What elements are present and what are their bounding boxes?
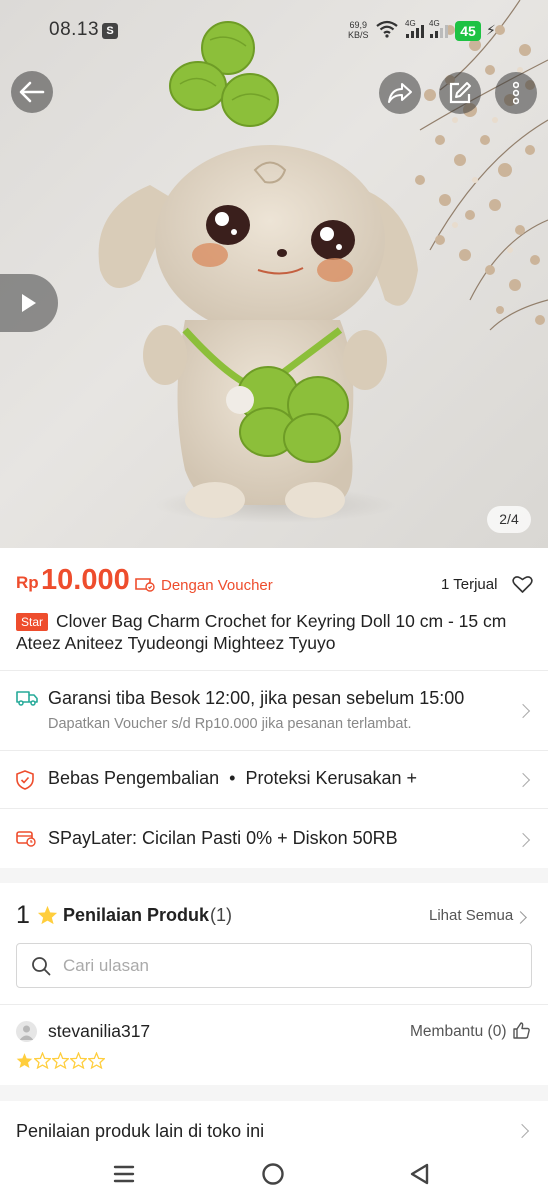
reviews-count: (1) (210, 905, 232, 925)
system-navigation-bar (0, 1148, 548, 1200)
avatar[interactable] (16, 1021, 37, 1042)
shield-icon (16, 770, 34, 790)
star-empty-icon (88, 1052, 105, 1069)
arrow-left-icon (19, 81, 45, 103)
product-page: 08.13 S 69,9 KB/S 4G 4G 45 ⚡ 2/4 Rp 10.0… (0, 0, 548, 1200)
helpful-count[interactable]: Membantu (0) (410, 1023, 506, 1041)
product-title: Clover Bag Charm Crochet for Keyring Dol… (16, 611, 507, 653)
separator-dot: • (229, 768, 236, 788)
review-search-input[interactable] (63, 944, 513, 987)
star-icon (37, 905, 58, 925)
more-options-button[interactable] (495, 72, 537, 114)
network-speed-unit: KB/S (348, 30, 369, 40)
truck-icon (16, 691, 38, 706)
image-page-indicator: 2/4 (487, 506, 531, 533)
delivery-guarantee-row[interactable]: Garansi tiba Besok 12:00, jika pesan seb… (0, 670, 548, 750)
network-speed-value: 69,9 (349, 20, 368, 30)
return-protection-row[interactable]: Bebas Pengembalian • Proteksi Kerusakan … (0, 750, 548, 808)
rating-value: 1 (16, 901, 30, 929)
other-store-reviews-label: Penilaian produk lain di toko ini (16, 1121, 265, 1141)
signal-icon (430, 25, 448, 38)
play-video-button[interactable] (0, 274, 58, 332)
paylater-row[interactable]: SPayLater: Cicilan Pasti 0% + Diskon 50R… (0, 808, 548, 868)
divider (0, 1004, 548, 1005)
heart-icon[interactable] (512, 575, 533, 594)
product-reviews-section: 1 Penilaian Produk (1) Lihat Semua steva… (0, 883, 548, 1085)
paylater-label: SPayLater: Cicilan Pasti 0% + Diskon 50R… (48, 828, 398, 848)
edit-button[interactable] (439, 72, 481, 114)
star-filled-icon (16, 1053, 33, 1068)
chevron-right-icon (515, 703, 531, 719)
price-amount: 10.000 (41, 564, 130, 596)
share-icon (388, 83, 412, 103)
star-empty-icon (52, 1052, 69, 1069)
battery-level: 45 (455, 21, 481, 41)
sold-count: 1 Terjual (441, 576, 498, 593)
charging-icon: ⚡ (486, 22, 496, 38)
search-icon (32, 957, 51, 976)
free-return-label: Bebas Pengembalian (48, 768, 220, 788)
chevron-right-icon (515, 832, 531, 848)
star-empty-icon (70, 1052, 87, 1069)
star-empty-icon (34, 1052, 51, 1069)
thumbs-up-icon[interactable] (513, 1022, 530, 1039)
shipping-info-section: Garansi tiba Besok 12:00, jika pesan seb… (0, 670, 548, 868)
review-star-rating (16, 1052, 105, 1069)
status-time: 08.13 (49, 19, 100, 40)
reviews-title: Penilaian Produk (63, 905, 210, 925)
back-triangle-icon[interactable] (408, 1162, 430, 1186)
damage-protection-label: Proteksi Kerusakan + (245, 768, 418, 788)
back-button[interactable] (11, 71, 53, 113)
product-image-carousel[interactable]: 08.13 S 69,9 KB/S 4G 4G 45 ⚡ 2/4 (0, 0, 548, 548)
chevron-right-icon (514, 1123, 530, 1139)
delivery-guarantee-subtitle: Dapatkan Voucher s/d Rp10.000 jika pesan… (48, 716, 412, 732)
delivery-guarantee-title: Garansi tiba Besok 12:00, jika pesan seb… (48, 688, 465, 708)
user-icon (19, 1025, 34, 1040)
price-section: Rp 10.000 Dengan Voucher 1 Terjual Star … (0, 548, 548, 670)
status-bar: 08.13 S 69,9 KB/S 4G 4G 45 ⚡ (0, 0, 548, 60)
return-protection-label: Bebas Pengembalian • Proteksi Kerusakan … (48, 768, 417, 789)
signal-icon (406, 25, 424, 38)
shopee-notification-icon: S (102, 23, 118, 39)
chevron-right-icon (515, 772, 531, 788)
voucher-icon (135, 578, 155, 592)
more-vertical-icon (513, 81, 519, 105)
edit-icon (449, 82, 471, 104)
voucher-label[interactable]: Dengan Voucher (161, 577, 273, 594)
chevron-right-icon (514, 911, 527, 924)
see-all-reviews-link[interactable]: Lihat Semua (429, 907, 513, 924)
share-button[interactable] (379, 72, 421, 114)
home-icon[interactable] (261, 1162, 285, 1186)
review-search-box[interactable] (16, 943, 532, 988)
play-icon (22, 294, 36, 312)
network-speed: 69,9 KB/S (348, 20, 369, 40)
reviewer-username: stevanilia317 (48, 1021, 151, 1041)
wifi-icon (376, 20, 398, 38)
price-currency: Rp (16, 573, 39, 592)
paylater-icon (16, 831, 36, 847)
recent-apps-icon[interactable] (113, 1163, 135, 1185)
